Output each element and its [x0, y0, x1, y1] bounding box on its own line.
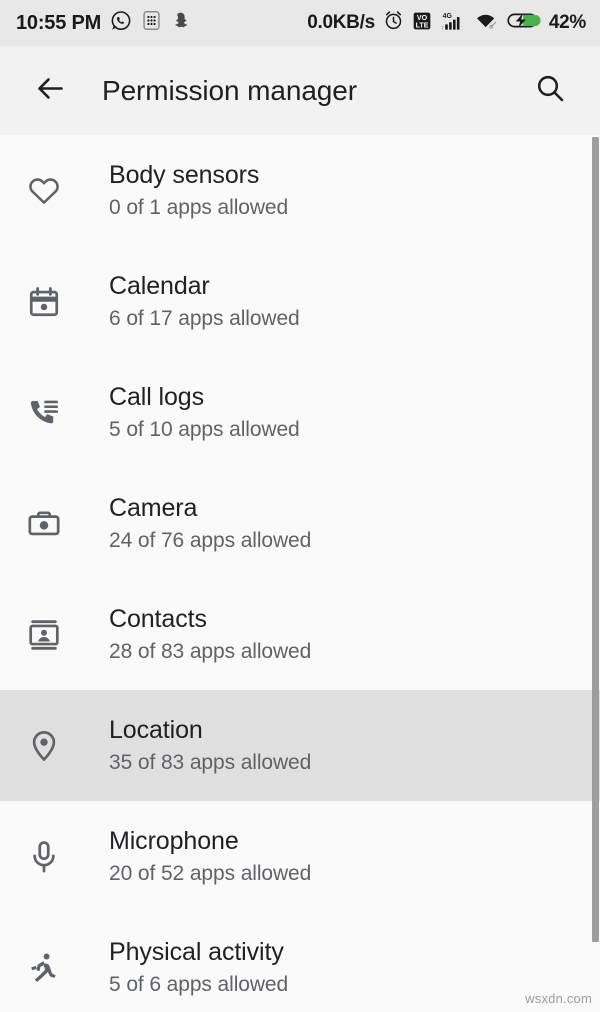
- list-item[interactable]: Contacts 28 of 83 apps allowed: [0, 579, 600, 690]
- snapchat-ghost-icon: [171, 10, 190, 36]
- search-button[interactable]: [526, 67, 574, 115]
- list-item-title: Microphone: [109, 826, 239, 855]
- list-item-title: Camera: [109, 493, 198, 522]
- list-item-location-selected[interactable]: Location 35 of 83 apps allowed: [0, 690, 600, 801]
- keypad-grid-icon: [141, 10, 162, 36]
- heart-icon: [18, 174, 70, 208]
- contacts-icon: [18, 618, 70, 652]
- alarm-clock-icon: [383, 10, 404, 36]
- permission-list[interactable]: Body sensors 0 of 1 apps allowed Calenda…: [0, 135, 600, 1012]
- list-item-subtitle: 24 of 76 apps allowed: [109, 528, 312, 552]
- list-item-title: Location: [109, 715, 203, 744]
- list-item-subtitle: 20 of 52 apps allowed: [109, 861, 312, 885]
- list-item-title: Physical activity: [109, 937, 284, 966]
- network-speed-label: 0.0KB/s: [307, 12, 375, 33]
- status-bar-left: 10:55 PM: [16, 10, 190, 37]
- list-item-text: Call logs 5 of 10 apps allowed: [109, 382, 300, 444]
- list-item-title: Call logs: [109, 382, 204, 411]
- vertical-scrollbar[interactable]: [592, 137, 599, 942]
- list-item-text: Contacts 28 of 83 apps allowed: [109, 604, 311, 666]
- wifi-icon: [474, 10, 499, 36]
- list-item-subtitle: 0 of 1 apps allowed: [109, 195, 289, 219]
- camera-icon: [18, 507, 70, 541]
- location-pin-icon: [18, 729, 70, 763]
- list-item-text: Microphone 20 of 52 apps allowed: [109, 826, 311, 888]
- calendar-icon: [18, 285, 70, 319]
- call-logs-icon: [18, 396, 70, 430]
- status-bar: 10:55 PM 0.0KB/s VO LTE 4G 42%: [0, 0, 600, 46]
- battery-charging-icon: [507, 10, 541, 36]
- list-item[interactable]: Camera 24 of 76 apps allowed: [0, 468, 600, 579]
- status-bar-right: 0.0KB/s VO LTE 4G 42%: [307, 10, 586, 36]
- list-item[interactable]: Call logs 5 of 10 apps allowed: [0, 357, 600, 468]
- list-item[interactable]: Physical activity 5 of 6 apps allowed: [0, 912, 600, 1012]
- signal-4g-icon: 4G: [440, 10, 466, 36]
- list-item-text: Calendar 6 of 17 apps allowed: [109, 271, 300, 333]
- list-item-title: Calendar: [109, 271, 210, 300]
- list-item-subtitle: 28 of 83 apps allowed: [109, 639, 312, 663]
- list-item-title: Body sensors: [109, 160, 260, 189]
- svg-text:LTE: LTE: [415, 21, 428, 29]
- back-button[interactable]: [26, 67, 74, 115]
- arrow-left-icon: [34, 72, 67, 110]
- watermark: wsxdn.com: [525, 991, 592, 1006]
- status-clock: 10:55 PM: [16, 11, 102, 34]
- running-person-icon: [18, 951, 70, 985]
- list-item[interactable]: Body sensors 0 of 1 apps allowed: [0, 135, 600, 246]
- list-item-subtitle: 35 of 83 apps allowed: [109, 750, 312, 774]
- search-icon: [534, 72, 566, 109]
- list-item-text: Body sensors 0 of 1 apps allowed: [109, 160, 288, 222]
- list-item-title: Contacts: [109, 604, 207, 633]
- list-item-text: Location 35 of 83 apps allowed: [109, 715, 311, 777]
- list-item-text: Physical activity 5 of 6 apps allowed: [109, 937, 288, 999]
- scrollbar-track[interactable]: [592, 135, 600, 1012]
- list-item-subtitle: 5 of 10 apps allowed: [109, 417, 300, 441]
- microphone-icon: [18, 840, 70, 874]
- svg-text:4G: 4G: [442, 13, 451, 20]
- list-item-subtitle: 5 of 6 apps allowed: [109, 972, 289, 996]
- battery-percent-label: 42%: [548, 12, 586, 33]
- list-item[interactable]: Microphone 20 of 52 apps allowed: [0, 801, 600, 912]
- app-bar: Permission manager: [0, 46, 600, 135]
- list-item-text: Camera 24 of 76 apps allowed: [109, 493, 311, 555]
- list-item-subtitle: 6 of 17 apps allowed: [109, 306, 300, 330]
- list-item[interactable]: Calendar 6 of 17 apps allowed: [0, 246, 600, 357]
- whatsapp-icon: [110, 10, 132, 37]
- page-title: Permission manager: [102, 74, 357, 106]
- volte-icon: VO LTE: [412, 11, 432, 36]
